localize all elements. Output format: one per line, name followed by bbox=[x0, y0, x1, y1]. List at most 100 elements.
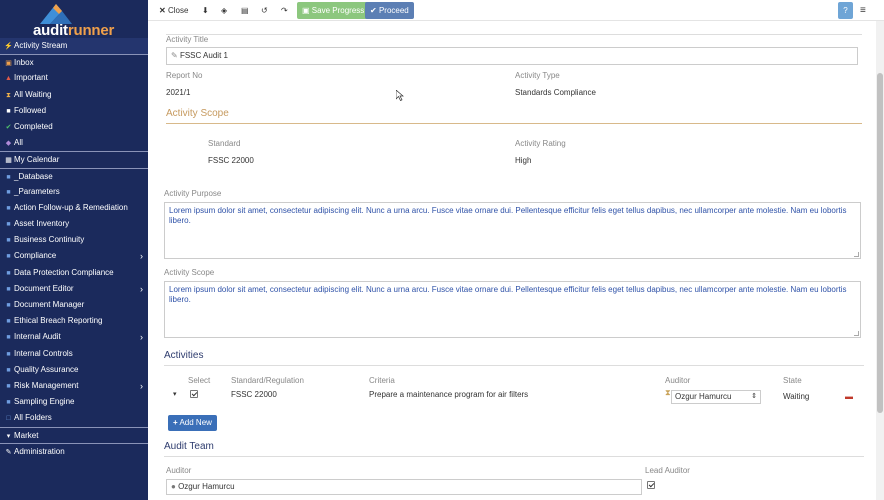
add-new-button[interactable]: + Add New bbox=[168, 415, 217, 431]
sidebar-item-asset-inventory[interactable]: ■ Asset Inventory bbox=[0, 216, 148, 232]
folder-icon: ■ bbox=[6, 334, 11, 342]
scrollbar[interactable] bbox=[876, 21, 884, 500]
col-state: State bbox=[783, 376, 802, 385]
auditor-select[interactable]: Ozgur Hamurcu ⇕ bbox=[671, 390, 761, 404]
chevron-right-icon: › bbox=[140, 332, 143, 343]
scrollbar-thumb[interactable] bbox=[877, 73, 883, 413]
hourglass-icon: ⧗ bbox=[6, 91, 11, 99]
sidebar-item-internal-controls[interactable]: ■ Internal Controls bbox=[0, 346, 148, 362]
activity-rating-value: High bbox=[515, 156, 532, 165]
help-button[interactable]: ? bbox=[838, 2, 853, 19]
lead-auditor-checkbox[interactable] bbox=[647, 481, 655, 489]
sidebar-item-important[interactable]: ▲ Important bbox=[0, 70, 148, 86]
folder-icon: ■ bbox=[6, 318, 11, 326]
folder-icon: ■ bbox=[6, 382, 11, 390]
sidebar-item-business-continuity[interactable]: ■ Business Continuity bbox=[0, 232, 148, 248]
menu-button[interactable]: ≡ bbox=[860, 4, 866, 17]
sidebar-item-sampling-engine[interactable]: ■ Sampling Engine bbox=[0, 394, 148, 410]
print-button[interactable]: ▤ bbox=[241, 4, 249, 17]
row-select-checkbox[interactable] bbox=[190, 390, 198, 398]
download-button[interactable]: ⬇ bbox=[202, 4, 209, 17]
activity-purpose-textarea[interactable]: Lorem ipsum dolor sit amet, consectetur … bbox=[164, 202, 861, 259]
folder-icon: ■ bbox=[6, 285, 11, 293]
activity-scope-textarea[interactable]: Lorem ipsum dolor sit amet, consectetur … bbox=[164, 281, 861, 338]
sidebar-item-completed[interactable]: ✔ Completed bbox=[0, 119, 148, 135]
divider bbox=[164, 456, 864, 457]
tags-button[interactable]: ◈ bbox=[221, 4, 227, 17]
activity-scope-label: Activity Scope bbox=[164, 268, 215, 277]
sidebar: auditrunner ⚡Activity Stream ▣ Inbox ▲ Imp… bbox=[0, 0, 148, 500]
folder-open-icon: □ bbox=[6, 415, 11, 423]
user-icon: ● bbox=[171, 482, 176, 491]
proceed-button[interactable]: ✔ Proceed bbox=[365, 2, 414, 19]
download-icon: ⬇ bbox=[202, 6, 209, 15]
sidebar-item-compliance[interactable]: ■ Compliance › bbox=[0, 248, 148, 264]
divider bbox=[166, 34, 862, 35]
folder-icon: ■ bbox=[6, 350, 11, 358]
chevron-right-icon: › bbox=[140, 283, 143, 294]
sidebar-item-parameters[interactable]: ■ _Parameters bbox=[0, 184, 148, 200]
folder-icon: ■ bbox=[6, 366, 11, 374]
folder-icon: ■ bbox=[6, 221, 11, 229]
resize-handle-icon[interactable] bbox=[854, 331, 859, 336]
sidebar-item-inbox[interactable]: ▣ Inbox bbox=[0, 54, 148, 70]
sidebar-item-document-editor[interactable]: ■ Document Editor › bbox=[0, 281, 148, 297]
hourglass-icon: ⧗ bbox=[665, 388, 671, 397]
auditor-field[interactable]: ● Ozgur Hamurcu bbox=[166, 479, 642, 495]
col-criteria: Criteria bbox=[369, 376, 395, 385]
sidebar-item-quality-assurance[interactable]: ■ Quality Assurance bbox=[0, 362, 148, 378]
sidebar-nav: ⚡Activity Stream ▣ Inbox ▲ Important ⧗ All … bbox=[0, 38, 148, 459]
check-icon: ✔ bbox=[5, 123, 12, 131]
auditor-label: Auditor bbox=[166, 466, 192, 475]
save-progress-button[interactable]: ▣ Save Progress bbox=[297, 2, 370, 19]
sidebar-item-activity-stream[interactable]: ⚡Activity Stream bbox=[0, 38, 148, 55]
mouse-cursor-icon bbox=[396, 90, 404, 101]
sidebar-item-data-protection[interactable]: ■ Data Protection Compliance bbox=[0, 265, 148, 281]
trash-icon[interactable]: ▬ bbox=[845, 392, 853, 401]
forward-button[interactable]: ↷ bbox=[281, 4, 288, 17]
sidebar-item-internal-audit[interactable]: ■ Internal Audit › bbox=[0, 329, 148, 345]
history-icon: ↺ bbox=[261, 6, 268, 15]
sidebar-item-followed[interactable]: ■ Followed bbox=[0, 103, 148, 119]
sidebar-item-administration[interactable]: ✎ Administration bbox=[0, 442, 148, 459]
expand-row-icon[interactable]: ▾ bbox=[173, 390, 177, 398]
brand-logo[interactable]: auditrunner bbox=[0, 0, 148, 39]
folder-icon: ■ bbox=[6, 399, 11, 407]
history-button[interactable]: ↺ bbox=[261, 4, 268, 17]
activity-rating-label: Activity Rating bbox=[515, 139, 566, 148]
folder-icon: ■ bbox=[6, 253, 11, 261]
report-no-label: Report No bbox=[166, 71, 203, 80]
row-standard: FSSC 22000 bbox=[231, 390, 277, 399]
tag-icon: ◆ bbox=[5, 140, 12, 148]
close-button[interactable]: ✕ Close bbox=[159, 4, 188, 17]
sidebar-item-ethical-breach[interactable]: ■ Ethical Breach Reporting bbox=[0, 313, 148, 329]
toolbar: ✕ Close ⬇ ◈ ▤ ↺ ↷ ▣ Save Progress ✔ Proc… bbox=[148, 0, 884, 21]
sidebar-item-database[interactable]: ■ _Database bbox=[0, 167, 148, 184]
chevron-right-icon: › bbox=[140, 251, 143, 262]
activity-title-field[interactable]: ✎ FSSC Audit 1 bbox=[166, 47, 858, 65]
sidebar-item-market[interactable]: ▾ Market bbox=[0, 426, 148, 443]
row-criteria: Prepare a maintenance program for air fi… bbox=[369, 390, 529, 399]
sidebar-item-risk-management[interactable]: ■ Risk Management › bbox=[0, 378, 148, 394]
warning-icon: ▲ bbox=[5, 75, 12, 83]
sidebar-item-document-manager[interactable]: ■ Document Manager bbox=[0, 297, 148, 313]
resize-handle-icon[interactable] bbox=[854, 252, 859, 257]
logo-mark-icon bbox=[40, 4, 72, 24]
folder-icon: ■ bbox=[6, 269, 11, 277]
folder-icon: ■ bbox=[6, 302, 11, 309]
tags-icon: ◈ bbox=[221, 6, 228, 15]
sidebar-item-my-calendar[interactable]: ▦ My Calendar bbox=[0, 151, 148, 167]
folder-icon: ■ bbox=[6, 237, 11, 245]
sidebar-item-action-follow-up[interactable]: ■ Action Follow-up & Remediation bbox=[0, 200, 148, 216]
help-icon: ? bbox=[843, 6, 848, 15]
floppy-icon: ▣ bbox=[302, 6, 310, 15]
sidebar-item-all[interactable]: ◆ All bbox=[0, 135, 148, 151]
pencil-icon: ✎ bbox=[171, 51, 178, 60]
sidebar-item-all-folders[interactable]: □ All Folders bbox=[0, 410, 148, 426]
sidebar-item-all-waiting[interactable]: ⧗ All Waiting bbox=[0, 87, 148, 103]
activities-heading: Activities bbox=[164, 350, 204, 361]
standard-value: FSSC 22000 bbox=[208, 156, 254, 165]
plus-icon: + bbox=[173, 418, 178, 427]
folder-icon: ■ bbox=[6, 188, 11, 196]
divider bbox=[164, 365, 864, 366]
